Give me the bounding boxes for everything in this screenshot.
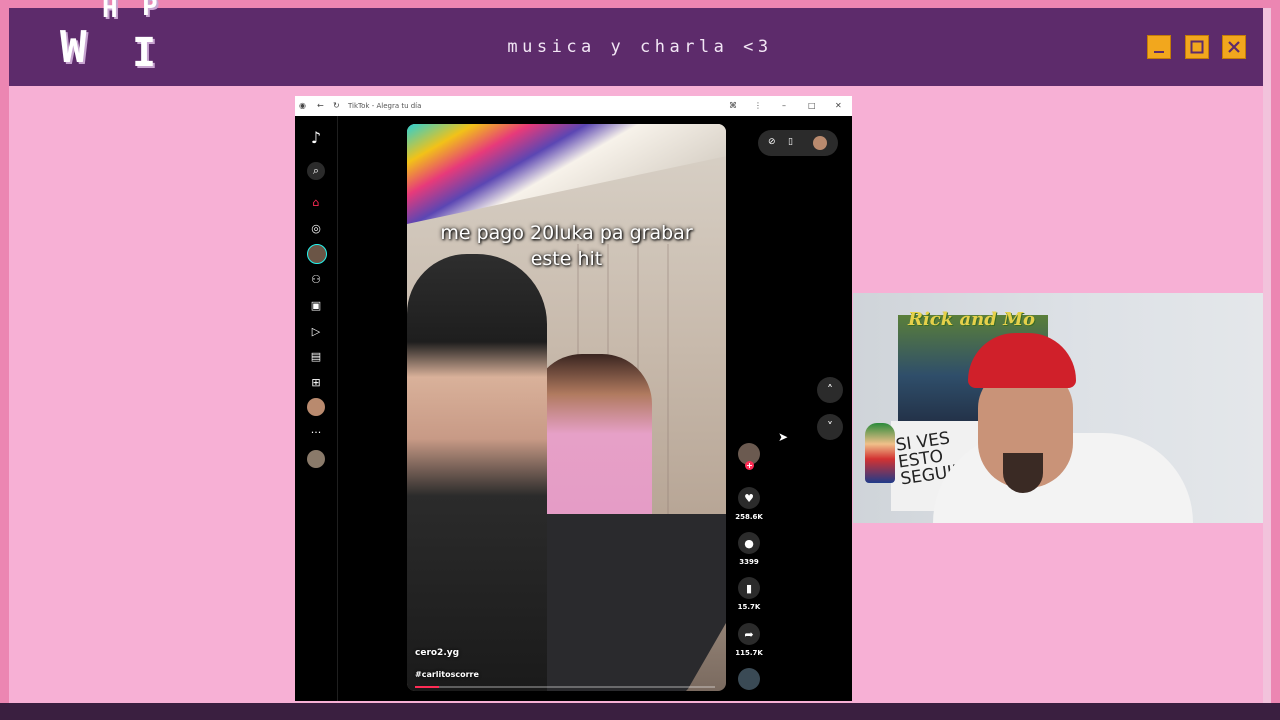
messages-icon[interactable]: ▷ — [307, 322, 325, 340]
webcam-feed: Rick and Mo SI VES ESTO SEGUIM — [853, 293, 1263, 523]
app-frame: W H I P musica y charla <3 ◉ ← ↻ TikTok … — [0, 0, 1280, 720]
south-park-figure — [865, 423, 895, 483]
bottom-bar — [0, 703, 1280, 720]
explore-icon[interactable]: ◎ — [307, 219, 325, 237]
window-minimize-icon[interactable]: – — [782, 101, 786, 110]
streamer-beard — [1003, 453, 1043, 493]
more-icon[interactable]: ··· — [307, 423, 325, 441]
tiktok-logo-icon[interactable]: ♪ — [307, 128, 325, 147]
video-player[interactable]: me pago 20luka pa grabar este hit cero2.… — [407, 124, 726, 691]
caption-line-1: me pago 20luka pa grabar — [440, 222, 693, 244]
scrollbar[interactable] — [1263, 8, 1271, 703]
mouse-cursor-icon: ➤ — [778, 430, 789, 444]
person-cap — [407, 254, 547, 691]
creator-avatar-icon[interactable] — [307, 450, 325, 468]
menu-dots-icon[interactable]: ⋮ — [754, 101, 762, 110]
previous-video-button[interactable]: ˄ — [817, 377, 843, 403]
save-button[interactable]: ▮ 15.7K — [735, 577, 763, 611]
following-icon[interactable]: ⚇ — [307, 270, 325, 288]
close-button[interactable] — [1222, 35, 1246, 59]
heart-icon: ♥ — [738, 487, 760, 509]
tiktok-sidebar: ♪ ⌕ ⌂ ◎ ⚇ ▣ ▷ ▤ ⊞ ··· — [295, 116, 338, 701]
video-progress-fill — [415, 686, 439, 688]
video-progress[interactable] — [415, 686, 715, 688]
video-caption: me pago 20luka pa grabar este hit — [407, 220, 726, 272]
device-icon[interactable]: ▯ — [788, 137, 793, 147]
timer-icon[interactable]: ⊘ — [768, 137, 776, 147]
reload-icon[interactable]: ↻ — [333, 101, 340, 110]
music-disc[interactable] — [735, 668, 763, 694]
upload-icon[interactable]: ⊞ — [307, 373, 325, 391]
inbox-icon[interactable]: ▤ — [307, 347, 325, 365]
browser-chrome: ◉ ← ↻ TikTok - Alegra tu día ⌘ ⋮ – □ ✕ — [295, 96, 852, 116]
live-tv-icon[interactable]: ▣ — [307, 296, 325, 314]
tiktok-window: ◉ ← ↻ TikTok - Alegra tu día ⌘ ⋮ – □ ✕ ♪… — [295, 96, 852, 701]
comment-count: 3399 — [739, 558, 759, 566]
video-hashtag[interactable]: #carlitoscorre — [415, 670, 479, 679]
share-count: 115.7K — [735, 649, 763, 657]
comment-icon: ● — [738, 532, 760, 554]
chevron-down-icon: ˅ — [827, 420, 833, 434]
back-icon[interactable]: ← — [317, 101, 324, 110]
search-icon[interactable]: ⌕ — [307, 162, 325, 180]
profile-icon[interactable] — [307, 398, 325, 416]
window-close-icon[interactable]: ✕ — [835, 101, 842, 110]
logo-letter-p: P — [142, 0, 158, 22]
creator-follow[interactable]: + — [735, 443, 763, 470]
top-controls: ⊘ ▯ — [758, 130, 838, 156]
tiktok-favicon-icon: ◉ — [299, 101, 306, 110]
video-author[interactable]: cero2.yg — [415, 648, 459, 658]
translate-icon[interactable]: ⌘ — [729, 101, 737, 110]
comment-button[interactable]: ● 3399 — [735, 532, 763, 566]
minimize-button[interactable] — [1147, 35, 1171, 59]
live-avatar-icon[interactable] — [307, 244, 327, 264]
save-count: 15.7K — [737, 603, 761, 611]
share-icon: ➦ — [738, 623, 760, 645]
music-disc-icon — [738, 668, 760, 690]
follow-plus-icon: + — [745, 461, 754, 470]
maximize-button[interactable] — [1185, 35, 1209, 59]
poster-title: Rick and Mo — [908, 309, 1036, 330]
like-button[interactable]: ♥ 258.6K — [735, 487, 763, 521]
close-icon — [1228, 41, 1240, 53]
window-maximize-icon[interactable]: □ — [808, 101, 816, 110]
next-video-button[interactable]: ˅ — [817, 414, 843, 440]
minimize-icon — [1154, 51, 1164, 53]
home-icon[interactable]: ⌂ — [307, 193, 325, 211]
maximize-icon — [1190, 40, 1204, 54]
bookmark-icon: ▮ — [738, 577, 760, 599]
user-avatar-icon[interactable] — [813, 136, 827, 150]
caption-line-2: este hit — [530, 248, 603, 270]
chevron-up-icon: ˄ — [827, 383, 833, 397]
share-button[interactable]: ➦ 115.7K — [735, 623, 763, 657]
ceiling-mural — [407, 124, 726, 224]
creator-avatar-icon: + — [738, 443, 760, 470]
like-count: 258.6K — [735, 513, 763, 521]
browser-title: TikTok - Alegra tu día — [348, 102, 422, 110]
logo-letter-h: H — [102, 0, 118, 24]
wall-panel — [667, 244, 669, 544]
window-title: musica y charla <3 — [507, 37, 773, 57]
